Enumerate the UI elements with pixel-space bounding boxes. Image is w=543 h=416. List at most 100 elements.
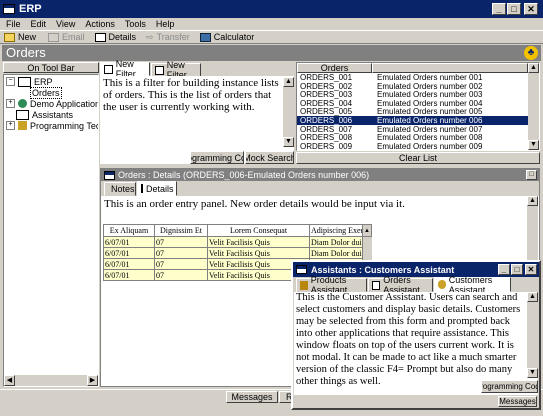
calculator-button[interactable]: Calculator (199, 32, 254, 42)
tree-hscrollbar[interactable]: ◀ ▶ (4, 375, 98, 386)
assistant-vscrollbar[interactable]: ▲ ▼ (527, 292, 538, 378)
tab-customers-assistant[interactable]: Customers Assistant (434, 275, 511, 295)
scroll-up-arrow[interactable]: ▲ (527, 292, 538, 302)
orders-list[interactable]: Orders ORDERS_001 Emulated Orders number … (296, 62, 540, 151)
scroll-up-arrow[interactable]: ▲ (283, 77, 294, 87)
scroll-left-arrow[interactable]: ◀ (4, 375, 15, 386)
order-row[interactable]: ORDERS_007 Emulated Orders number 007 (297, 125, 528, 134)
grid-header-lorem-consequat[interactable]: Lorem Consequat (207, 224, 310, 237)
details-restore-button[interactable]: □ (526, 170, 537, 180)
details-window-icon (104, 170, 115, 180)
tab-new-filter-1[interactable]: New Filter (100, 59, 150, 79)
order-row[interactable]: ORDERS_003 Emulated Orders number 003 (297, 90, 528, 99)
grid-scroll-track[interactable] (362, 247, 372, 259)
tree-item-demo-applications[interactable]: + Demo Applications (4, 98, 98, 109)
details-description: This is an order entry panel. New order … (104, 198, 405, 210)
mock-search-button[interactable]: Mock Search (245, 151, 294, 164)
details-button[interactable]: Details (94, 32, 136, 42)
assistant-app-icon (296, 265, 307, 274)
new-button[interactable]: New (4, 32, 36, 42)
grid-cell[interactable]: Diam Dolor duis z (309, 236, 363, 248)
order-row[interactable]: ORDERS_005 Emulated Orders number 005 (297, 107, 528, 116)
grid-header-adipiscing-exerci[interactable]: Adipiscing Exerci (309, 224, 363, 237)
menu-bar: File Edit View Actions Tools Help (6, 18, 184, 30)
scroll-down-arrow[interactable]: ▼ (283, 137, 294, 147)
menu-actions[interactable]: Actions (85, 19, 115, 29)
orders-column-header[interactable]: Orders (297, 63, 372, 73)
orders-column-header-2[interactable] (372, 63, 528, 73)
order-row[interactable]: ORDERS_002 Emulated Orders number 002 (297, 82, 528, 91)
tree-item-erp[interactable]: − ERP (4, 76, 53, 87)
order-row[interactable]: ORDERS_008 Emulated Orders number 008 (297, 133, 528, 142)
tab-new-filter-2[interactable]: New Filter (151, 60, 201, 80)
menu-file[interactable]: File (6, 19, 21, 29)
menu-view[interactable]: View (56, 19, 75, 29)
scroll-down-arrow[interactable]: ▼ (528, 140, 539, 150)
grid-scroll-up[interactable]: ▲ (362, 224, 372, 237)
assistant-messages-button[interactable]: Messages (498, 396, 537, 407)
programming-code-button[interactable]: Programming Code (190, 151, 244, 164)
grid-cell[interactable]: 6/07/01 (103, 247, 155, 259)
email-button[interactable]: Email (48, 32, 85, 42)
order-row[interactable]: ORDERS_004 Emulated Orders number 004 (297, 99, 528, 108)
tree-item-programming-techniques[interactable]: + Programming Techniques (4, 120, 98, 131)
minimize-button[interactable]: _ (492, 3, 506, 15)
grid-header-dignissim-et[interactable]: Dignissim Et (154, 224, 208, 237)
grid-cell[interactable]: 6/07/01 (103, 269, 155, 281)
grid-row[interactable]: 6/07/0107Velit Facilisis QuisDiam Dolor … (103, 247, 372, 259)
tab-notes[interactable]: Notes (104, 182, 136, 196)
grid-cell[interactable]: 6/07/01 (103, 258, 155, 270)
orders-vscrollbar[interactable]: ▲ ▼ (528, 63, 539, 150)
assistant-minimize-button[interactable]: _ (498, 264, 510, 275)
order-row[interactable]: ORDERS_001 Emulated Orders number 001 (297, 73, 528, 82)
scroll-down-arrow[interactable]: ▼ (527, 368, 538, 378)
grid-cell[interactable]: 07 (154, 247, 208, 259)
maximize-button[interactable]: □ (507, 3, 521, 15)
orders-icon (372, 280, 381, 290)
filter-icon (104, 64, 113, 74)
tab-orders-assistant[interactable]: Orders Assistant (368, 275, 433, 295)
tree-item-assistants[interactable]: Assistants (16, 109, 73, 120)
grid-cell[interactable]: 07 (154, 258, 208, 270)
assistant-maximize-button[interactable]: □ (511, 264, 523, 275)
email-icon (48, 32, 60, 42)
grid-cell[interactable]: 6/07/01 (103, 236, 155, 248)
details-icon (94, 32, 106, 42)
assistant-programming-code-button[interactable]: Programming Code (481, 380, 538, 393)
grid-row[interactable]: 6/07/0107Velit Facilisis QuisDiam Dolor … (103, 236, 372, 248)
close-button[interactable]: ✕ (524, 3, 538, 15)
tab-products-assistant[interactable]: Products Assistant (296, 275, 367, 295)
grid-cell[interactable]: Diam Dolor duis z (309, 247, 363, 259)
grid-cell[interactable]: 07 (154, 269, 208, 281)
order-row[interactable]: ORDERS_009 Emulated Orders number 009 (297, 141, 528, 151)
grid-cell[interactable]: 07 (154, 236, 208, 248)
tree-panel: On Tool Bar − ERP Orders + Demo Applicat… (3, 62, 99, 387)
grid-cell[interactable]: Velit Facilisis Quis (207, 247, 310, 259)
tree-view[interactable]: − ERP Orders + Demo Applications Assista… (3, 74, 99, 387)
order-id: ORDERS_009 (300, 141, 353, 151)
menu-tools[interactable]: Tools (125, 19, 146, 29)
module-header: Orders ♣ (2, 45, 541, 61)
filter-description: This is a filter for building instance l… (103, 77, 279, 113)
tree-item-orders[interactable]: Orders (30, 86, 62, 99)
grid-header-ex-aliquam[interactable]: Ex Aliquam (103, 224, 155, 237)
page-title: Orders (6, 45, 46, 60)
order-row[interactable]: ORDERS_006 Emulated Orders number 006 (297, 115, 528, 125)
menu-help[interactable]: Help (156, 19, 175, 29)
tab-details[interactable]: Details (137, 181, 177, 196)
messages-button[interactable]: Messages (226, 391, 278, 403)
scroll-up-arrow[interactable]: ▲ (527, 196, 538, 206)
assistant-close-button[interactable]: ✕ (525, 264, 537, 275)
tree-header[interactable]: On Tool Bar (3, 62, 99, 73)
scroll-up-arrow[interactable]: ▲ (528, 63, 539, 73)
assistant-body: This is the Customer Assistant. Users ca… (294, 292, 538, 395)
grid-scroll-track[interactable] (362, 236, 372, 248)
grid-cell[interactable]: Velit Facilisis Quis (207, 236, 310, 248)
help-icon[interactable]: ♣ (524, 46, 538, 60)
menu-edit[interactable]: Edit (31, 19, 47, 29)
filter-vscrollbar[interactable]: ▲ ▼ (283, 77, 294, 147)
scroll-right-arrow[interactable]: ▶ (87, 375, 98, 386)
transfer-icon: ⇨ (146, 31, 154, 42)
transfer-button[interactable]: ⇨ Transfer (146, 32, 190, 43)
clear-list-button[interactable]: Clear List (296, 152, 540, 164)
